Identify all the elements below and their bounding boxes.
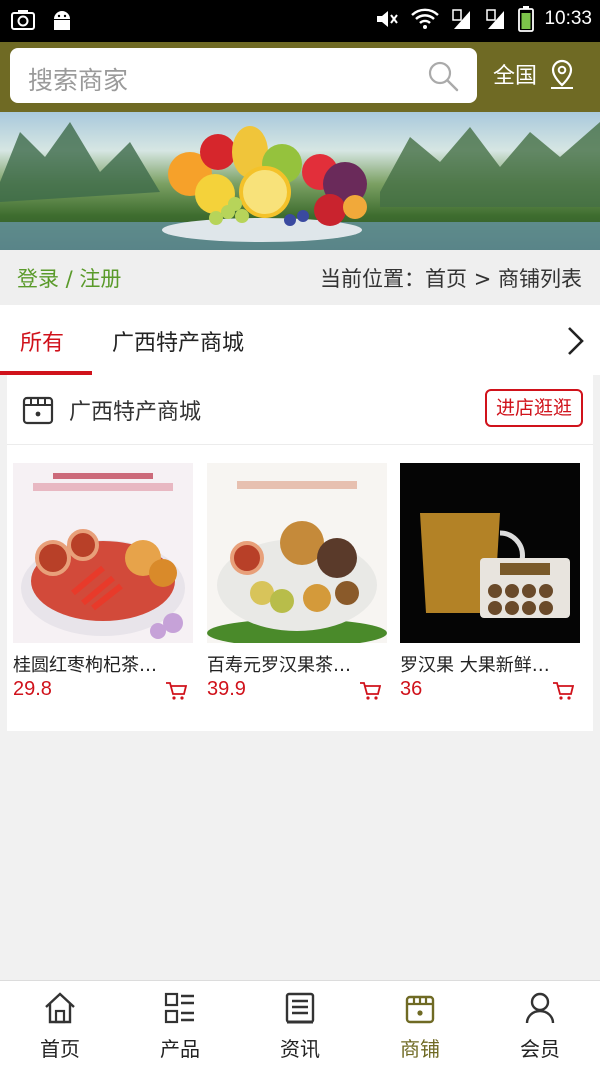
- shop-icon: [405, 995, 435, 1024]
- product-list: 桂圆红枣枸杞茶… 29.8 百寿元罗汉果茶… 39.9 罗汉果 大果新鲜… 36: [7, 463, 593, 713]
- battery-icon: [518, 6, 535, 32]
- sim1-signal-icon: [452, 9, 471, 29]
- cart-icon[interactable]: [552, 681, 574, 701]
- cart-icon[interactable]: [165, 681, 187, 701]
- product-price: 36: [400, 678, 423, 700]
- android-icon: [54, 11, 70, 30]
- wifi-icon: [411, 8, 440, 29]
- product-price: 29.8: [13, 678, 52, 700]
- tab-all[interactable]: 所有: [0, 305, 92, 375]
- store-card: 广西特产商城 进店逛逛 桂圆红枣枸杞茶… 29.8 百寿元罗汉果茶… 39.9 …: [7, 375, 593, 731]
- news-icon: [285, 992, 315, 1024]
- nav-products[interactable]: 产品: [120, 981, 240, 1067]
- nav-shops-label: 商铺: [400, 1037, 440, 1061]
- nav-products-label: 产品: [160, 1037, 200, 1061]
- nav-news[interactable]: 资讯: [240, 981, 360, 1067]
- product-name[interactable]: 桂圆红枣枸杞茶…: [13, 651, 193, 677]
- banner-image: [0, 122, 600, 250]
- login-register-link[interactable]: 登录 / 注册: [17, 263, 121, 293]
- region-label: 全国: [493, 64, 538, 89]
- product-price: 39.9: [207, 678, 246, 700]
- product-image[interactable]: [13, 463, 193, 643]
- hero-banner[interactable]: [0, 112, 600, 250]
- product-item[interactable]: 罗汉果 大果新鲜… 36: [400, 463, 580, 713]
- category-tabs: 所有 广西特产商城: [0, 305, 600, 375]
- product-item[interactable]: 桂圆红枣枸杞茶… 29.8: [13, 463, 193, 713]
- store-header: 广西特产商城 进店逛逛: [7, 375, 593, 445]
- tab-all-label: 所有: [20, 331, 65, 356]
- search-icon[interactable]: [427, 60, 459, 92]
- store-name[interactable]: 广西特产商城: [69, 394, 201, 426]
- product-name[interactable]: 百寿元罗汉果茶…: [207, 651, 387, 677]
- product-image[interactable]: [400, 463, 580, 643]
- status-bar: 10:33: [0, 0, 600, 42]
- nav-member-label: 会员: [520, 1037, 560, 1061]
- product-image[interactable]: [207, 463, 387, 643]
- status-time: 10:33: [544, 8, 592, 29]
- sim2-signal-icon: [486, 9, 505, 29]
- grid-list-icon: [164, 992, 194, 1024]
- nav-member[interactable]: 会员: [480, 981, 600, 1067]
- home-icon: [45, 992, 75, 1024]
- nav-home[interactable]: 首页: [0, 981, 120, 1067]
- breadcrumb: 当前位置：首页 > 商铺列表: [320, 267, 582, 291]
- nav-news-label: 资讯: [280, 1037, 320, 1061]
- product-item[interactable]: 百寿元罗汉果茶… 39.9: [207, 463, 387, 713]
- user-icon: [525, 992, 555, 1024]
- location-pin-icon: [551, 59, 574, 89]
- product-name[interactable]: 罗汉果 大果新鲜…: [400, 651, 580, 677]
- camera-icon: [11, 10, 35, 30]
- chevron-right-icon[interactable]: [564, 325, 586, 357]
- region-selector[interactable]: 全国: [493, 58, 577, 90]
- nav-shops[interactable]: 商铺: [360, 981, 480, 1067]
- tab-guangxi-store[interactable]: 广西特产商城: [112, 325, 244, 357]
- header: 搜索商家 全国: [0, 42, 600, 112]
- location-bar: 登录 / 注册 当前位置：首页 > 商铺列表: [0, 250, 600, 305]
- store-icon: [22, 396, 54, 425]
- nav-home-label: 首页: [40, 1037, 80, 1061]
- search-input[interactable]: 搜索商家: [10, 48, 477, 103]
- search-placeholder: 搜索商家: [28, 66, 129, 95]
- visit-store-button[interactable]: 进店逛逛: [485, 389, 583, 427]
- cart-icon[interactable]: [359, 681, 381, 701]
- bottom-nav: 首页 产品 资讯 商铺 会员: [0, 980, 600, 1067]
- mute-icon: [377, 11, 399, 27]
